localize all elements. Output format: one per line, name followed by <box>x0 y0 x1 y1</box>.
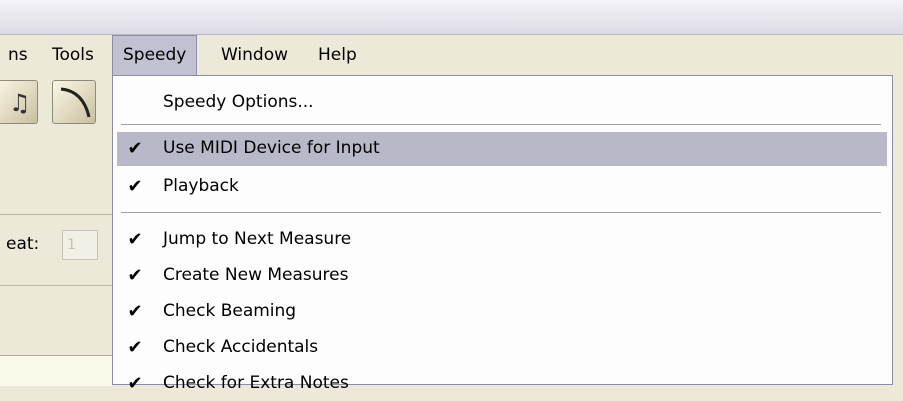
checkmark-icon: ✔ <box>127 176 143 197</box>
toolbar-divider <box>0 214 112 215</box>
menu-separator <box>121 212 881 213</box>
menu-item-label: Jump to Next Measure <box>163 229 352 249</box>
menu-item-label: Check Beaming <box>163 301 297 321</box>
checkmark-icon: ✔ <box>127 373 143 394</box>
checkmark-icon: ✔ <box>127 138 143 159</box>
menu-item-use-midi-device[interactable]: ✔ Use MIDI Device for Input <box>117 132 887 166</box>
menu-speedy[interactable]: Speedy <box>112 35 198 75</box>
beat-label: eat: <box>6 234 40 254</box>
background-edge <box>893 75 903 385</box>
menu-window[interactable]: Window <box>211 35 298 75</box>
menu-item-speedy-options[interactable]: Speedy Options... <box>117 86 887 120</box>
menu-item-label: Create New Measures <box>163 265 349 285</box>
menu-bar: ns Tools Speedy Window Help <box>0 35 903 75</box>
menu-item-label: Check Accidentals <box>163 337 319 357</box>
menu-item-check-extra-notes[interactable]: ✔ Check for Extra Notes <box>117 367 887 401</box>
toolbar-divider-lower <box>0 285 112 286</box>
menu-tools[interactable]: Tools <box>42 35 104 75</box>
note-tool-button[interactable]: ♫ <box>0 80 38 124</box>
document-area <box>0 355 112 386</box>
checkmark-icon: ✔ <box>127 265 143 286</box>
speedy-dropdown-menu: Speedy Options... ✔ Use MIDI Device for … <box>112 75 893 394</box>
checkmark-icon: ✔ <box>127 229 143 250</box>
menu-separator <box>121 124 881 125</box>
menu-item-create-new-measures[interactable]: ✔ Create New Measures <box>117 259 887 293</box>
menu-options[interactable]: ns <box>0 35 38 75</box>
toolbar: ♫ <box>0 75 112 135</box>
menu-item-jump-to-next-measure[interactable]: ✔ Jump to Next Measure <box>117 223 887 257</box>
menu-item-label: Speedy Options... <box>163 92 314 112</box>
beamed-notes-icon: ♫ <box>9 89 31 117</box>
checkmark-icon: ✔ <box>127 301 143 322</box>
menu-help[interactable]: Help <box>308 35 367 75</box>
slur-tool-button[interactable] <box>52 80 96 124</box>
menu-item-label: Check for Extra Notes <box>163 373 349 393</box>
slur-icon <box>60 87 91 118</box>
menu-item-label: Playback <box>163 176 239 196</box>
svg-text:♫: ♫ <box>9 89 31 117</box>
checkmark-icon: ✔ <box>127 337 143 358</box>
menu-item-playback[interactable]: ✔ Playback <box>117 170 887 204</box>
menu-item-check-beaming[interactable]: ✔ Check Beaming <box>117 295 887 329</box>
menu-item-label: Use MIDI Device for Input <box>163 138 380 158</box>
menu-item-check-accidentals[interactable]: ✔ Check Accidentals <box>117 331 887 365</box>
window-title-bar <box>0 0 903 35</box>
beat-field[interactable]: 1 <box>62 230 98 260</box>
